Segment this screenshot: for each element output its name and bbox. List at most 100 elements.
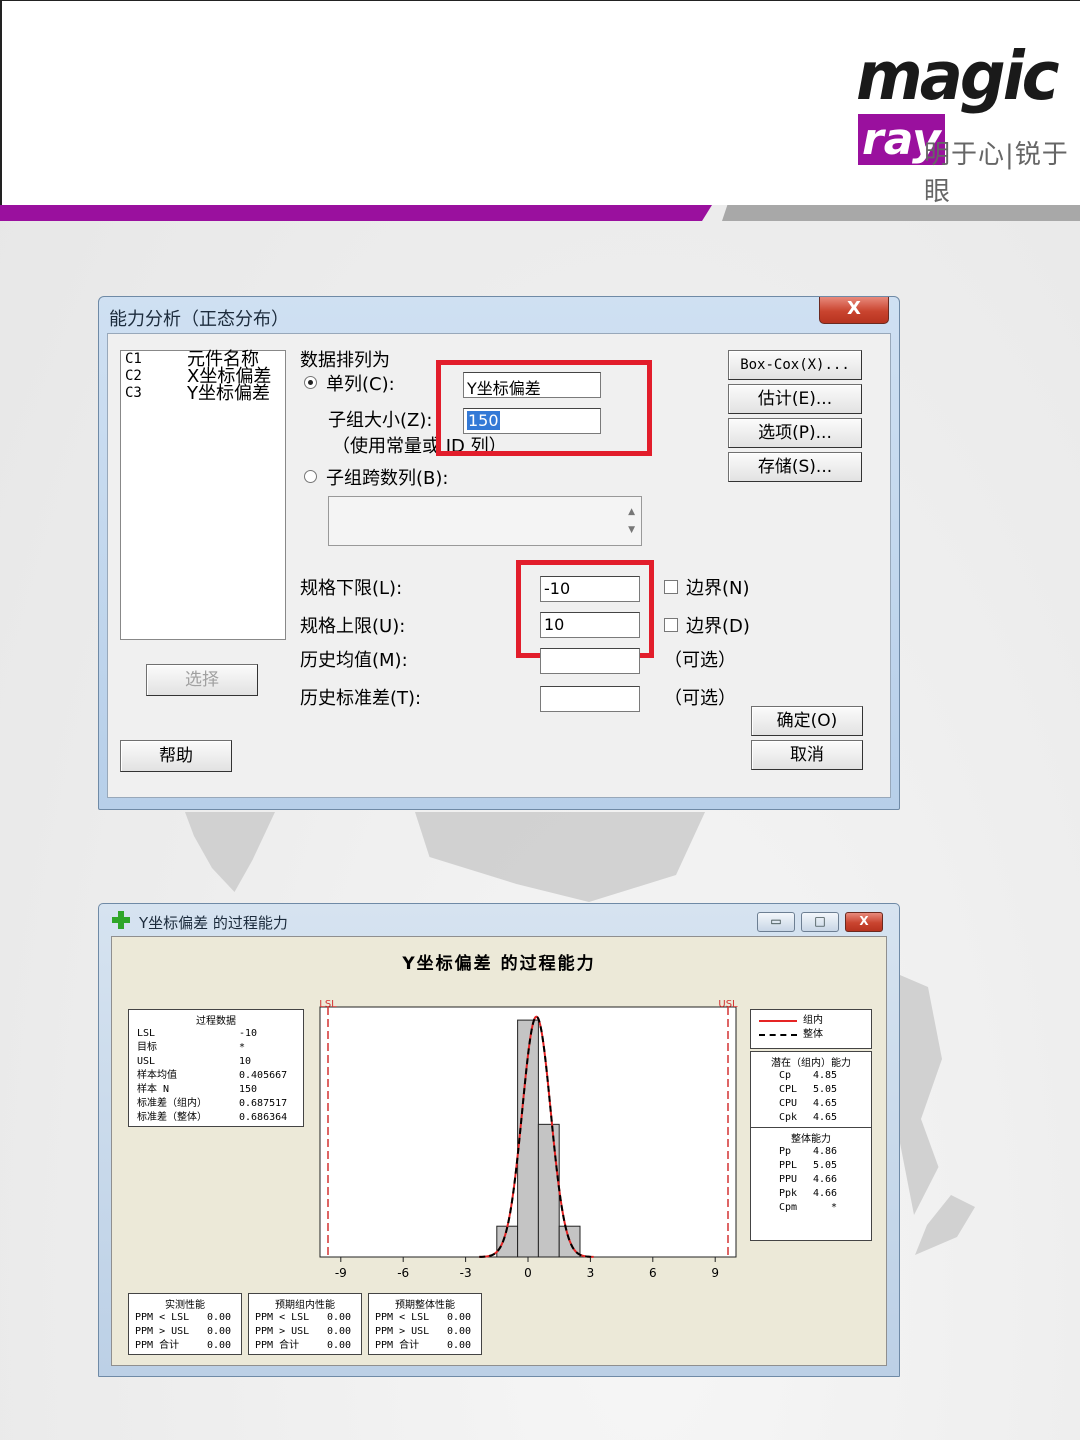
capability-histogram: LSL USL -9 -6 -3 0 3 6 9 xyxy=(319,999,738,1280)
row-value: 4.65 xyxy=(813,1112,838,1123)
table-row: 标准差（整体） 0.686364 xyxy=(129,1111,303,1125)
table-row: PPM < LSL 0.00 xyxy=(129,1311,241,1325)
row-value: 0.687517 xyxy=(239,1098,288,1109)
historical-std-input[interactable] xyxy=(540,686,640,712)
column-list[interactable]: C1 元件名称 C2 X坐标偏差 C3 Y坐标偏差 xyxy=(120,350,286,640)
row-value: 0.00 xyxy=(327,1340,352,1351)
row-key: PPL xyxy=(779,1160,798,1171)
table-row: PPU 4.66 xyxy=(751,1173,871,1187)
row-key: Cpk xyxy=(779,1112,798,1123)
row-value: 4.65 xyxy=(813,1098,838,1109)
logo-brand-text: magic xyxy=(856,38,1060,116)
data-arranged-label: 数据排列为 xyxy=(300,350,390,371)
column-name: Y坐标偏差 xyxy=(187,383,270,404)
spin-arrows-icon[interactable]: ▲ ▼ xyxy=(628,503,635,539)
subgroups-across-radio[interactable] xyxy=(304,470,317,483)
box-cox-button[interactable]: Box-Cox(X)... xyxy=(728,350,862,380)
observed-performance-panel: 实测性能 PPM < LSL 0.00 PPM > USL 0.00 PPM 合计 0… xyxy=(128,1293,242,1355)
cancel-button[interactable]: 取消 xyxy=(751,740,863,770)
lsl-label: LSL xyxy=(319,999,337,1010)
x-tick-label: 9 xyxy=(711,1266,719,1280)
dialog-title: 能力分析（正态分布） xyxy=(109,309,289,330)
table-row: USL 10 xyxy=(129,1055,303,1069)
table-row: Ppk 4.66 xyxy=(751,1187,871,1201)
panel-divider xyxy=(751,1127,871,1128)
logo-slogan: 明于心|锐于眼 xyxy=(924,140,1069,207)
row-key: 样本 N xyxy=(137,1084,170,1095)
row-value: 0.00 xyxy=(447,1326,472,1337)
historical-mean-input[interactable] xyxy=(540,648,640,674)
capability-report-window: Y坐标偏差 的过程能力 ▭ □ X Y坐标偏差 的过程能力 过程数据 LSL -1… xyxy=(98,903,900,1377)
lower-boundary-checkbox[interactable] xyxy=(664,580,678,594)
optional-hint: （可选） xyxy=(664,688,736,709)
row-key: PPM < LSL xyxy=(135,1312,190,1323)
minimize-button[interactable]: ▭ xyxy=(757,912,795,932)
x-tick-label: -3 xyxy=(460,1266,472,1280)
row-key: PPM > USL xyxy=(375,1326,430,1337)
process-data-panel: 过程数据 LSL -10 目标 * USL 10 样本均值 0.405667 样本 N 1… xyxy=(128,1009,304,1127)
row-value: 10 xyxy=(239,1056,252,1067)
expected-within-performance-panel: 预期组内性能 PPM < LSL 0.00 PPM > USL 0.00 PPM 合… xyxy=(248,1293,362,1355)
upper-boundary-checkbox[interactable] xyxy=(664,618,678,632)
column-id: C2 xyxy=(125,368,142,384)
row-key: 目标 xyxy=(137,1042,157,1053)
row-value: 0.00 xyxy=(327,1312,352,1323)
lower-boundary-label: 边界(N) xyxy=(686,578,750,599)
table-row: 样本均值 0.405667 xyxy=(129,1069,303,1083)
panel-header: 过程数据 xyxy=(196,1016,236,1027)
storage-button[interactable]: 存储(S)... xyxy=(728,452,862,482)
row-key: PPM 合计 xyxy=(375,1340,420,1351)
table-row: PPM > USL 0.00 xyxy=(369,1325,481,1339)
row-value: 0.686364 xyxy=(239,1112,288,1123)
panel-header: 整体能力 xyxy=(791,1134,831,1145)
lsl-label: 规格下限(L): xyxy=(300,578,403,599)
help-button[interactable]: 帮助 xyxy=(120,740,232,772)
world-map-shape xyxy=(185,812,275,892)
row-value: 5.05 xyxy=(813,1160,838,1171)
report-body: Y坐标偏差 的过程能力 过程数据 LSL -10 目标 * USL 10 样本均值 0.… xyxy=(111,936,887,1366)
column-id: C3 xyxy=(125,385,142,401)
historical-std-label: 历史标准差(T): xyxy=(300,688,422,709)
list-item[interactable]: C3 Y坐标偏差 xyxy=(121,383,285,404)
expected-overall-performance-panel: 预期整体性能 PPM < LSL 0.00 PPM > USL 0.00 PPM 合… xyxy=(368,1293,482,1355)
select-button[interactable]: 选择 xyxy=(146,664,258,696)
maximize-button[interactable]: □ xyxy=(801,912,839,932)
header-stripe-gray xyxy=(722,205,1080,221)
capability-panel: 潜在（组内）能力 Cp 4.85 CPL 5.05 CPU 4.65 Cpk 4.65 … xyxy=(750,1051,872,1241)
row-key: PPM < LSL xyxy=(255,1312,310,1323)
legend-item-overall: 整体 xyxy=(751,1028,871,1042)
dialog-close-button[interactable]: X xyxy=(819,297,889,324)
table-row: Cpm * xyxy=(751,1201,871,1215)
row-value: 0.00 xyxy=(327,1326,352,1337)
row-key: PPM > USL xyxy=(135,1326,190,1337)
table-row: CPL 5.05 xyxy=(751,1083,871,1097)
row-key: PPM < LSL xyxy=(375,1312,430,1323)
table-row: Pp 4.86 xyxy=(751,1145,871,1159)
table-row: PPM < LSL 0.00 xyxy=(369,1311,481,1325)
panel-header: 预期整体性能 xyxy=(395,1300,455,1311)
window-close-button[interactable]: X xyxy=(845,912,883,932)
row-value: 5.05 xyxy=(813,1084,838,1095)
subgroups-across-input[interactable]: ▲ ▼ xyxy=(328,496,642,546)
chart-title: Y坐标偏差 的过程能力 xyxy=(402,954,596,974)
legend-swatch-overall xyxy=(759,1034,797,1036)
panel-header: 实测性能 xyxy=(165,1300,205,1311)
world-map-shape xyxy=(915,1195,975,1255)
estimate-button[interactable]: 估计(E)... xyxy=(728,384,862,414)
row-value: 0.405667 xyxy=(239,1070,288,1081)
row-key: Cpm xyxy=(779,1202,798,1213)
table-row: Cpk 4.65 xyxy=(751,1111,871,1125)
row-key: 样本均值 xyxy=(137,1070,177,1081)
legend-swatch-within xyxy=(759,1020,797,1022)
row-key: PPU xyxy=(779,1174,798,1185)
x-tick-label: 0 xyxy=(524,1266,532,1280)
usl-label: 规格上限(U): xyxy=(300,616,406,637)
row-value: 0.00 xyxy=(447,1340,472,1351)
ok-button[interactable]: 确定(O) xyxy=(751,706,863,736)
single-column-radio[interactable] xyxy=(304,376,317,389)
options-button[interactable]: 选项(P)... xyxy=(728,418,862,448)
world-map-shape xyxy=(900,975,942,1215)
table-row: 标准差（组内） 0.687517 xyxy=(129,1097,303,1111)
row-key: USL xyxy=(137,1056,156,1067)
upper-boundary-label: 边界(D) xyxy=(686,616,750,637)
